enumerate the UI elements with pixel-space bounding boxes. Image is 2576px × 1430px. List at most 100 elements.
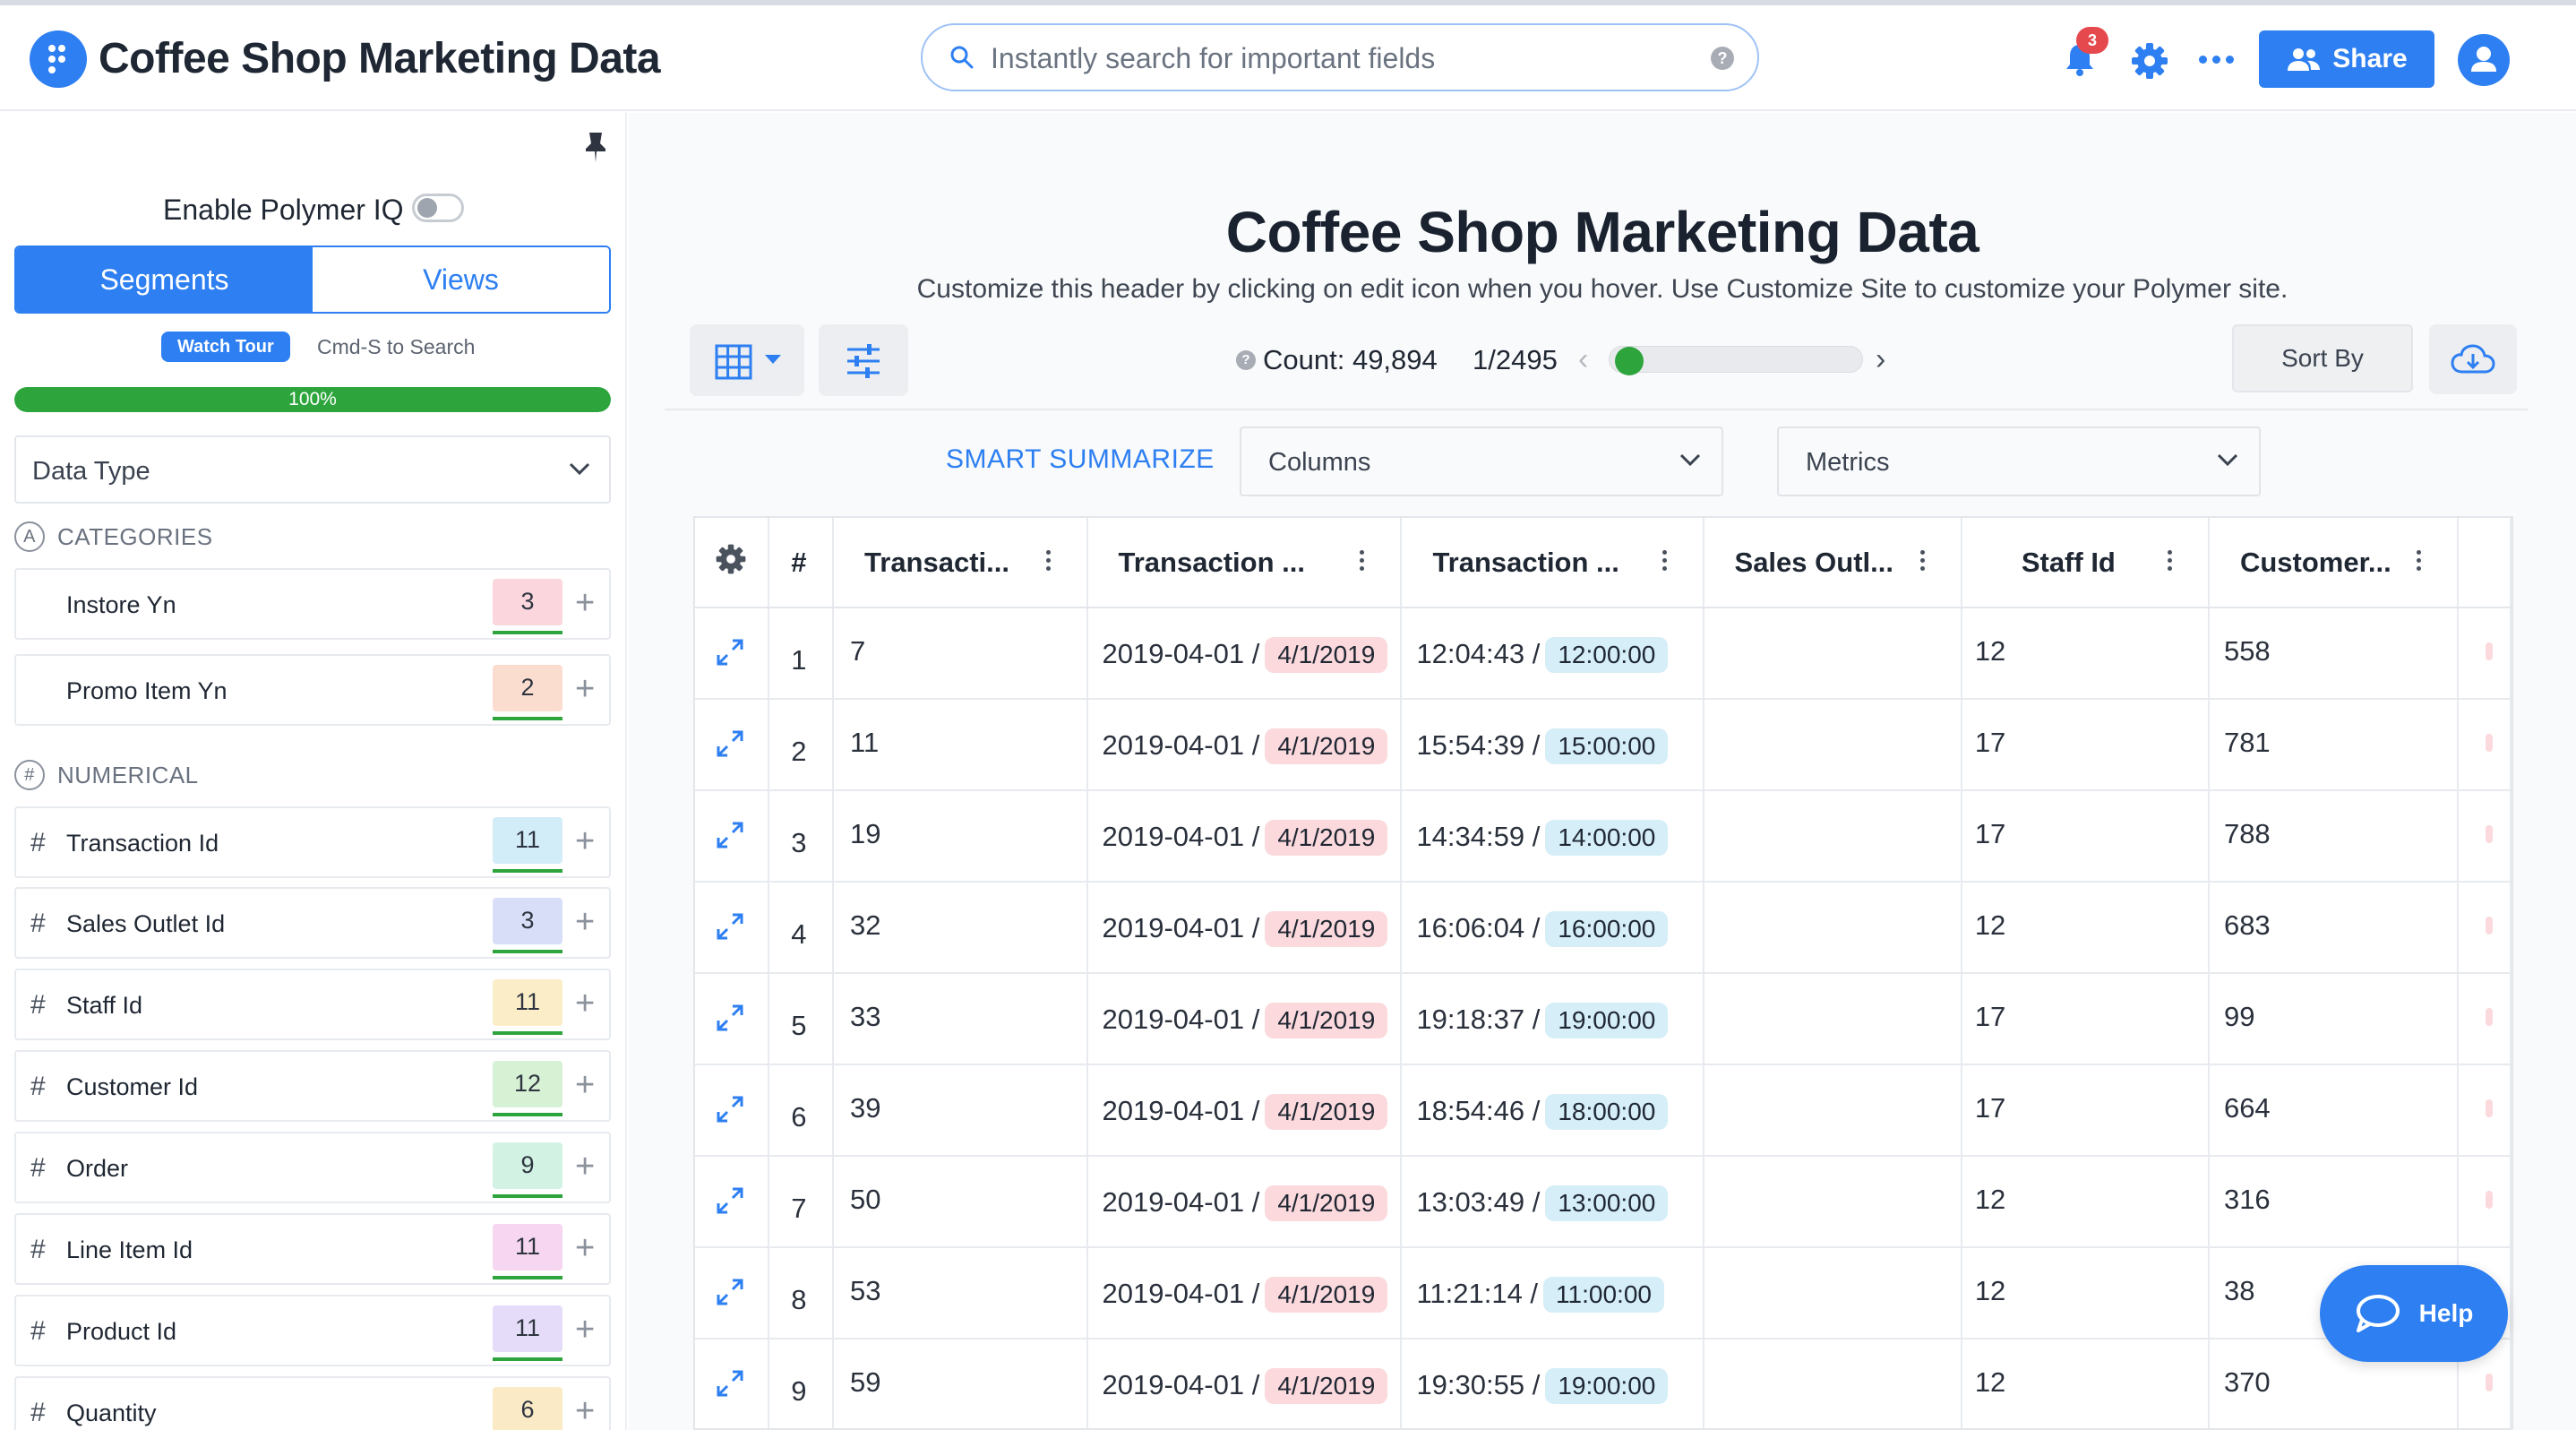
filter-button[interactable] — [819, 324, 908, 396]
expand-cell[interactable] — [695, 790, 770, 883]
date-pill: 4/1/2019 — [1265, 1368, 1388, 1404]
pin-icon[interactable] — [584, 131, 607, 163]
grid-view-button[interactable] — [690, 324, 804, 396]
field-underline — [493, 1194, 562, 1198]
column-menu-icon[interactable] — [1662, 550, 1667, 571]
sort-by-button[interactable]: Sort By — [2232, 324, 2413, 392]
table-settings-cell[interactable] — [695, 518, 770, 608]
column-header[interactable]: Transaction ... — [1401, 518, 1704, 608]
table-row[interactable]: 5 33 2019-04-01 /4/1/2019 19:18:37 /19:00:0… — [695, 973, 2512, 1065]
column-menu-icon[interactable] — [1919, 550, 1925, 571]
add-field-icon[interactable]: + — [575, 1148, 595, 1186]
staff-id-cell: 17 — [1961, 1064, 2210, 1157]
column-menu-icon[interactable] — [2167, 550, 2172, 571]
column-header[interactable]: Transacti... — [833, 518, 1088, 608]
share-button[interactable]: Share — [2259, 30, 2434, 88]
field-row[interactable]: # Sales Outlet Id 3 + — [14, 887, 611, 959]
chevron-left-icon[interactable]: ‹ — [1578, 342, 1588, 377]
add-field-icon[interactable]: + — [575, 670, 595, 709]
overflow-cell — [2458, 607, 2512, 700]
column-menu-icon[interactable] — [1360, 550, 1365, 571]
search-input[interactable] — [991, 38, 1689, 79]
expand-cell[interactable] — [695, 882, 770, 974]
add-field-icon[interactable]: + — [575, 903, 595, 942]
field-count: 12 — [493, 1061, 562, 1107]
field-row[interactable]: # Product Id 11 + — [14, 1295, 611, 1366]
add-field-icon[interactable]: + — [575, 584, 595, 623]
expand-cell[interactable] — [695, 699, 770, 791]
field-row[interactable]: # Quantity 6 + — [14, 1376, 611, 1430]
help-icon[interactable]: ? — [1236, 350, 1256, 370]
table-row[interactable]: 1 7 2019-04-01 /4/1/2019 12:04:43 /12:00:00… — [695, 607, 2512, 700]
search-bar[interactable]: ? — [921, 23, 1759, 91]
smart-summarize-button[interactable]: SMART SUMMARIZE — [946, 444, 1215, 475]
page-slider[interactable] — [1609, 346, 1863, 375]
column-header[interactable]: Customer... — [2208, 518, 2460, 608]
add-field-icon[interactable]: + — [575, 1229, 595, 1268]
transaction-time-cell: 18:54:46 /18:00:00 — [1401, 1064, 1704, 1157]
date-pill: 4/1/2019 — [1265, 1094, 1388, 1130]
columns-dropdown[interactable]: Columns — [1240, 426, 1723, 496]
overflow-cell — [2458, 973, 2512, 1065]
table-row[interactable]: 2 11 2019-04-01 /4/1/2019 15:54:39 /15:00:0… — [695, 699, 2512, 791]
time-pill: 14:00:00 — [1545, 820, 1669, 856]
overflow-pill — [2486, 1191, 2494, 1209]
table-body: 1 7 2019-04-01 /4/1/2019 12:04:43 /12:00:00… — [695, 607, 2512, 1428]
download-button[interactable] — [2429, 324, 2517, 394]
column-menu-icon[interactable] — [1045, 550, 1051, 571]
expand-cell[interactable] — [695, 1156, 770, 1248]
data-type-dropdown[interactable]: Data Type — [14, 435, 611, 504]
column-header[interactable]: # — [769, 518, 835, 608]
expand-cell[interactable] — [695, 1064, 770, 1157]
time-pill: 13:00:00 — [1545, 1185, 1669, 1221]
expand-icon — [717, 1370, 743, 1397]
help-icon[interactable]: ? — [1711, 47, 1734, 70]
add-field-icon[interactable]: + — [575, 985, 595, 1023]
table-row[interactable]: 7 50 2019-04-01 /4/1/2019 13:03:49 /13:00:0… — [695, 1156, 2512, 1248]
field-row[interactable]: # Transaction Id 11 + — [14, 806, 611, 878]
help-button[interactable]: Help — [2320, 1265, 2508, 1362]
expand-cell[interactable] — [695, 1247, 770, 1340]
grid-icon — [715, 344, 752, 380]
page-title[interactable]: Coffee Shop Marketing Data — [629, 199, 2576, 265]
polymer-iq-toggle[interactable] — [412, 194, 464, 222]
add-field-icon[interactable]: + — [575, 823, 595, 861]
table-row[interactable]: 9 59 2019-04-01 /4/1/2019 19:30:55 /19:00:0… — [695, 1339, 2512, 1428]
numerical-section-header: # NUMERICAL — [14, 760, 199, 790]
field-row[interactable]: Instore Yn 3 + — [14, 568, 611, 640]
more-icon[interactable] — [2199, 56, 2234, 64]
field-row[interactable]: # Customer Id 12 + — [14, 1050, 611, 1122]
column-menu-icon[interactable] — [2417, 550, 2422, 571]
field-row[interactable]: # Line Item Id 11 + — [14, 1213, 611, 1285]
expand-cell[interactable] — [695, 1339, 770, 1428]
field-row[interactable]: Promo Item Yn 2 + — [14, 654, 611, 726]
logo-icon[interactable] — [30, 30, 87, 88]
table-row[interactable]: 8 53 2019-04-01 /4/1/2019 11:21:14 /11:00:0… — [695, 1247, 2512, 1340]
table-row[interactable]: 6 39 2019-04-01 /4/1/2019 18:54:46 /18:00:0… — [695, 1064, 2512, 1157]
tab-views[interactable]: Views — [313, 247, 609, 312]
slider-knob[interactable] — [1615, 347, 1644, 375]
metrics-dropdown[interactable]: Metrics — [1777, 426, 2261, 496]
chevron-right-icon[interactable]: › — [1876, 342, 1885, 377]
add-field-icon[interactable]: + — [575, 1392, 595, 1430]
column-header[interactable]: Staff Id — [1961, 518, 2210, 608]
gear-icon[interactable] — [2130, 41, 2169, 81]
field-row[interactable]: # Order 9 + — [14, 1132, 611, 1203]
add-field-icon[interactable]: + — [575, 1311, 595, 1349]
expand-cell[interactable] — [695, 973, 770, 1065]
column-header[interactable]: Transaction ... — [1086, 518, 1403, 608]
row-number: 8 — [769, 1247, 835, 1340]
table-row[interactable]: 3 19 2019-04-01 /4/1/2019 14:34:59 /14:00:0… — [695, 790, 2512, 883]
watch-tour-button[interactable]: Watch Tour — [161, 332, 290, 362]
add-field-icon[interactable]: + — [575, 1066, 595, 1105]
field-row[interactable]: # Staff Id 11 + — [14, 969, 611, 1040]
tab-segments[interactable]: Segments — [16, 247, 313, 312]
expand-cell[interactable] — [695, 607, 770, 700]
transaction-date-cell: 2019-04-01 /4/1/2019 — [1086, 973, 1403, 1065]
avatar-icon[interactable] — [2458, 34, 2510, 86]
table-row[interactable]: 4 32 2019-04-01 /4/1/2019 16:06:04 /16:00:0… — [695, 882, 2512, 974]
customer-id-cell: 664 — [2208, 1064, 2460, 1157]
field-count: 11 — [493, 817, 562, 864]
share-label: Share — [2332, 44, 2408, 73]
column-header[interactable]: Sales Outl... — [1703, 518, 1962, 608]
